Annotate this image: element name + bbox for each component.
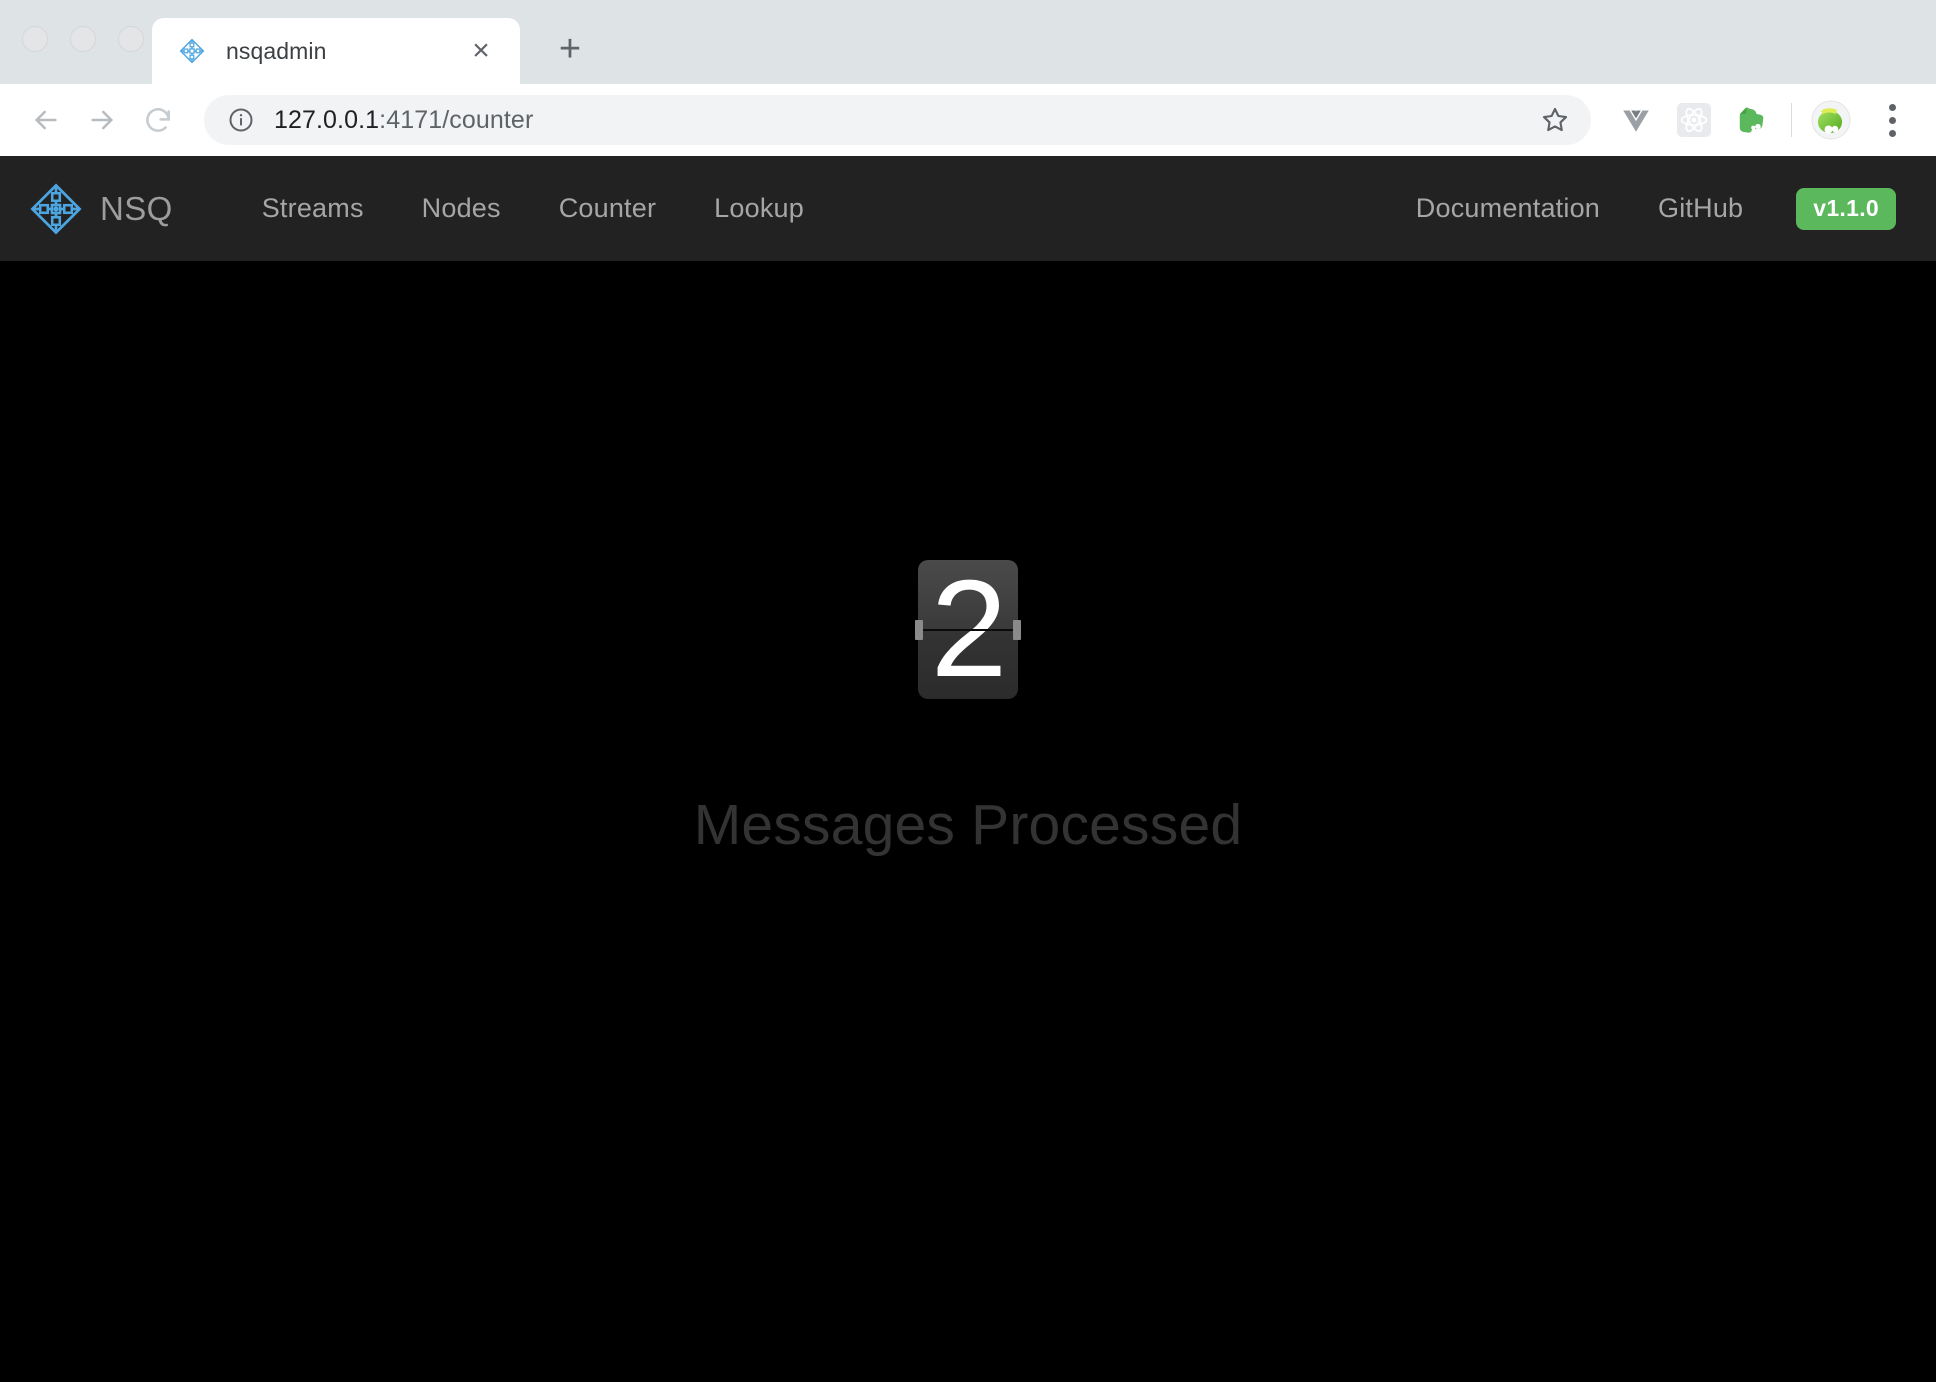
vue-devtools-icon[interactable] [1607, 91, 1665, 149]
forward-arrow-icon[interactable] [74, 92, 130, 148]
nav-link-counter[interactable]: Counter [530, 193, 685, 224]
nsq-navbar: NSQ Streams Nodes Counter Lookup Documen… [0, 156, 1936, 261]
brand-name: NSQ [100, 189, 173, 227]
browser-toolbar: 127.0.0.1:4171/counter [0, 84, 1936, 156]
browser-window: nsqadmin × + 127.0.0.1:4171/counter NSQ … [0, 0, 1936, 1382]
window-controls [22, 26, 144, 52]
brand[interactable]: NSQ [28, 181, 173, 237]
flip-seam [918, 628, 1018, 631]
nsq-nav-links: Streams Nodes Counter Lookup [233, 193, 833, 224]
url-text: 127.0.0.1:4171/counter [274, 106, 1533, 135]
nav-link-documentation[interactable]: Documentation [1387, 193, 1629, 224]
flip-digit-value-bottom: 2 [931, 630, 1008, 700]
counter-view: 2 2 Messages Processed [0, 261, 1936, 1382]
flip-hinge-right [1013, 619, 1021, 640]
chrome-menu-icon[interactable] [1866, 92, 1918, 148]
profile-avatar[interactable] [1802, 91, 1860, 149]
star-icon[interactable] [1533, 98, 1577, 142]
nav-link-github[interactable]: GitHub [1629, 193, 1772, 224]
nav-link-lookup[interactable]: Lookup [685, 193, 833, 224]
nav-link-nodes[interactable]: Nodes [393, 193, 530, 224]
nav-link-streams[interactable]: Streams [233, 193, 393, 224]
counter-label: Messages Processed [693, 793, 1243, 857]
toolbar-divider [1791, 103, 1792, 137]
info-circle-icon[interactable] [226, 105, 256, 135]
tab-strip: nsqadmin × + [0, 0, 1936, 84]
nsq-nav-right: Documentation GitHub v1.1.0 [1387, 187, 1896, 230]
flip-digit-top: 2 [918, 560, 1018, 630]
reload-icon[interactable] [130, 92, 186, 148]
page-content: NSQ Streams Nodes Counter Lookup Documen… [0, 156, 1936, 1382]
flip-counter: 2 2 [915, 560, 1021, 700]
evernote-icon[interactable] [1723, 91, 1781, 149]
new-tab-button[interactable]: + [545, 24, 595, 74]
flip-hinge-left [915, 619, 923, 640]
close-icon[interactable]: × [458, 28, 504, 74]
nsq-diamond-icon [28, 181, 84, 237]
nsq-diamond-icon [178, 37, 206, 65]
flip-digit-bottom: 2 [918, 629, 1018, 700]
browser-tab-nsqadmin[interactable]: nsqadmin × [152, 18, 520, 84]
minimize-window-button[interactable] [70, 26, 96, 52]
back-arrow-icon[interactable] [18, 92, 74, 148]
tab-title: nsqadmin [226, 37, 327, 64]
close-window-button[interactable] [22, 26, 48, 52]
react-devtools-icon[interactable] [1665, 91, 1723, 149]
maximize-window-button[interactable] [118, 26, 144, 52]
address-bar[interactable]: 127.0.0.1:4171/counter [204, 95, 1591, 145]
flip-digit-value-top: 2 [931, 560, 1008, 629]
version-badge: v1.1.0 [1796, 187, 1896, 230]
url-host: 127.0.0.1 [274, 105, 380, 134]
flip-digit: 2 2 [915, 560, 1021, 700]
url-path: :4171/counter [379, 105, 534, 134]
extension-toolbar [1607, 91, 1918, 149]
